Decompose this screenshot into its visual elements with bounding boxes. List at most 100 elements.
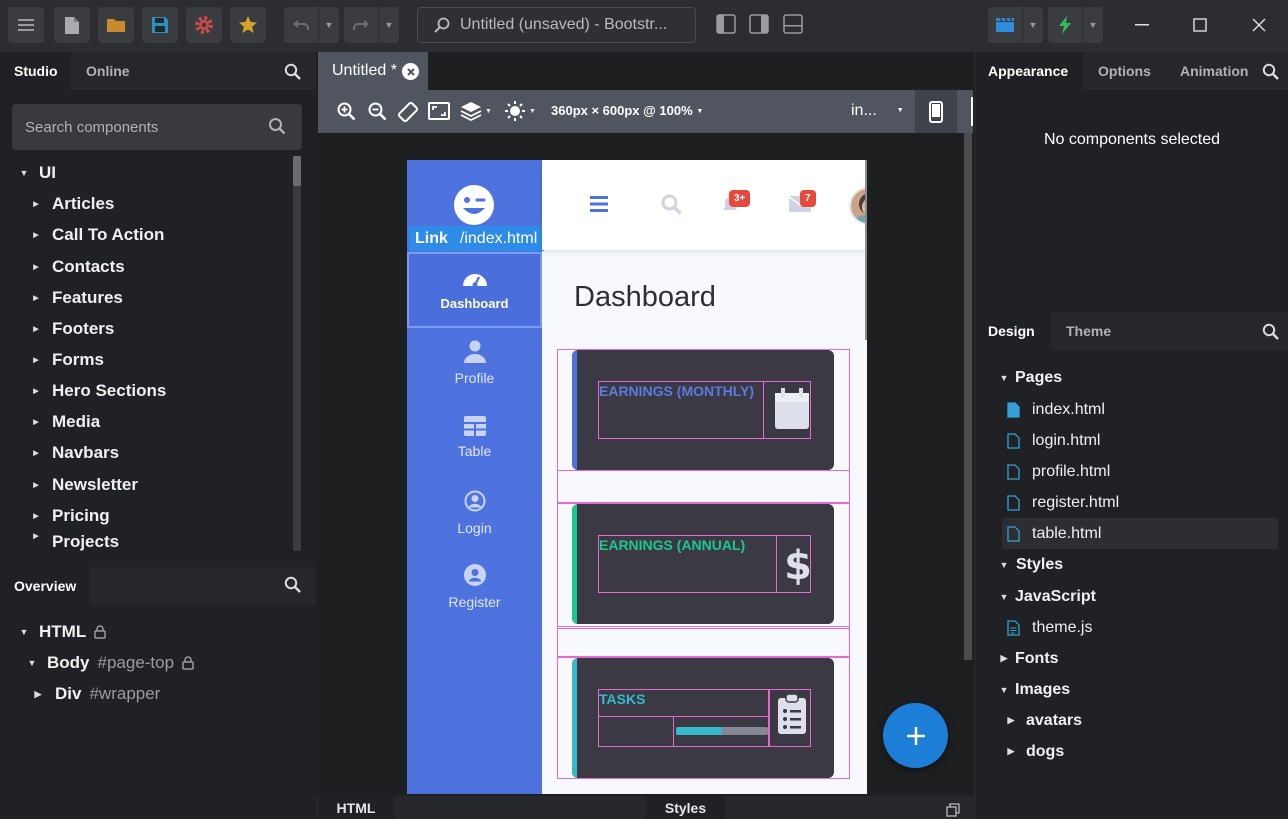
tree-dogs[interactable]: ▶ dogs [1003, 736, 1065, 767]
page-table-item[interactable]: table.html [1002, 518, 1278, 549]
tree-item-articles[interactable]: ▶ Articles [28, 189, 114, 219]
tree-item-media[interactable]: ▶ Media [28, 407, 100, 437]
tree-item-ui[interactable]: ▼ UI [16, 158, 56, 188]
tree-item-navbars[interactable]: ▶ Navbars [28, 438, 119, 468]
rotate-device-icon[interactable] [397, 101, 419, 123]
nav-profile[interactable]: Profile [407, 340, 542, 386]
add-component-button[interactable] [883, 703, 948, 768]
device-select[interactable]: in... ▼ [851, 102, 904, 120]
tab-styles[interactable]: Styles [646, 796, 725, 819]
tab-appearance[interactable]: Appearance [976, 52, 1083, 90]
toggle-bottom-panel-button[interactable] [782, 13, 804, 35]
tab-animation[interactable]: Animation [1165, 52, 1255, 90]
overview-div[interactable]: ▶ Div #wrapper [30, 679, 161, 709]
nav-login[interactable]: Login [407, 490, 542, 536]
hamburger-icon[interactable] [590, 196, 608, 212]
phone-device-button[interactable] [915, 90, 957, 133]
card-earnings-annual[interactable]: EARNINGS (ANNUAL) $ [572, 504, 834, 624]
nav-register[interactable]: Register [407, 564, 542, 610]
tab-design[interactable]: Design [976, 312, 1051, 350]
save-button[interactable] [142, 7, 178, 43]
tree-item-footers[interactable]: ▶ Footers [28, 314, 114, 344]
export-button[interactable] [1048, 7, 1082, 43]
preview-button[interactable] [988, 7, 1022, 43]
layers-dropdown[interactable]: ▼ [460, 101, 492, 121]
tree-item-hero-sections[interactable]: ▶ Hero Sections [28, 376, 166, 406]
zoom-out-icon[interactable] [368, 102, 387, 121]
page-index-item[interactable]: index.html [1002, 394, 1278, 425]
close-window-button[interactable] [1234, 7, 1284, 43]
overview-body[interactable]: ▼ Body #page-top [24, 648, 194, 678]
export-dropdown[interactable]: ▼ [1083, 7, 1103, 43]
preview-sidebar: Link/index.html Dashboard Profile Table … [407, 160, 544, 794]
new-file-button[interactable] [54, 7, 90, 43]
redo-split-button[interactable]: ▼ [344, 7, 399, 43]
tab-html[interactable]: HTML [318, 796, 394, 819]
preview-dropdown[interactable]: ▼ [1023, 7, 1043, 43]
tree-item-pricing[interactable]: ▶ Pricing [28, 501, 109, 531]
open-button[interactable] [98, 7, 134, 43]
card-earnings-monthly[interactable]: EARNINGS (MONTHLY) [572, 350, 834, 470]
preview-canvas[interactable]: Link/index.html Dashboard Profile Table … [407, 160, 867, 794]
menu-button[interactable] [8, 7, 44, 43]
panel-search-button[interactable] [284, 63, 301, 80]
overview-search-button[interactable] [284, 576, 301, 593]
preview-split-button[interactable]: ▼ [988, 7, 1043, 43]
file-theme-js[interactable]: theme.js [1007, 612, 1092, 643]
search-icon[interactable] [1262, 63, 1279, 80]
tab-theme[interactable]: Theme [1051, 312, 1126, 350]
redo-dropdown[interactable]: ▼ [379, 7, 399, 43]
maximize-button[interactable] [1175, 7, 1225, 43]
undo-button[interactable] [284, 7, 318, 43]
card-tasks[interactable]: TASKS [572, 658, 834, 778]
document-tab[interactable]: Untitled * [318, 52, 428, 90]
theme-dropdown[interactable]: ▼ [504, 100, 536, 122]
settings-button[interactable] [186, 7, 222, 43]
tab-options[interactable]: Options [1083, 52, 1165, 90]
canvas-scrollbar[interactable] [964, 133, 972, 660]
tree-pages[interactable]: ▼ Pages [996, 362, 1063, 393]
tree-javascript[interactable]: ▼ JavaScript [996, 581, 1096, 612]
tab-online[interactable]: Online [71, 52, 151, 90]
fit-screen-icon[interactable] [428, 102, 450, 120]
tree-item-projects[interactable]: ▶ Projects [28, 532, 119, 554]
redo-button[interactable] [344, 7, 378, 43]
search-components-input[interactable]: Search components [12, 104, 302, 150]
page-register-item[interactable]: register.html [1002, 487, 1278, 518]
toggle-left-panel-button[interactable] [715, 13, 737, 35]
viewport-size-dropdown[interactable]: 360px × 600px @ 100% ▼ [551, 103, 703, 118]
tree-images[interactable]: ▼ Images [996, 674, 1071, 705]
page-profile-item[interactable]: profile.html [1002, 456, 1278, 487]
tree-scrollbar[interactable] [293, 156, 301, 551]
close-tab-button[interactable] [402, 63, 419, 80]
tree-item-call-to-action[interactable]: ▶ Call To Action [28, 220, 164, 250]
tree-item-forms[interactable]: ▶ Forms [28, 345, 104, 375]
command-search[interactable]: Untitled (unsaved) - Bootstr... [417, 7, 696, 43]
tab-studio[interactable]: Studio [0, 52, 71, 90]
overview-html[interactable]: ▼ HTML [16, 617, 106, 647]
search-icon[interactable] [1262, 323, 1279, 340]
preview-scrollbar[interactable] [865, 160, 867, 340]
tab-overview[interactable]: Overview [0, 567, 90, 605]
triangle-right-icon: ▶ [1007, 746, 1015, 756]
tree-item-contacts[interactable]: ▶ Contacts [28, 252, 124, 282]
tree-item-newsletter[interactable]: ▶ Newsletter [28, 470, 138, 500]
undo-split-button[interactable]: ▼ [284, 7, 339, 43]
export-split-button[interactable]: ▼ [1048, 7, 1103, 43]
zoom-in-icon[interactable] [337, 102, 356, 121]
favorites-button[interactable] [230, 7, 266, 43]
scrollbar-thumb[interactable] [293, 156, 301, 186]
tree-item-features[interactable]: ▶ Features [28, 283, 123, 313]
page-login-item[interactable]: login.html [1002, 425, 1278, 456]
minimize-button[interactable] [1117, 7, 1167, 43]
undo-dropdown[interactable]: ▼ [319, 7, 339, 43]
tree-fonts[interactable]: ▶ Fonts [996, 643, 1059, 674]
nav-dashboard[interactable]: Dashboard [407, 252, 542, 328]
nav-table[interactable]: Table [407, 416, 542, 459]
search-icon[interactable] [661, 194, 682, 215]
tree-styles[interactable]: ▼ Styles [996, 549, 1064, 580]
toggle-right-panel-button[interactable] [748, 13, 770, 35]
file-icon [65, 16, 79, 34]
tree-avatars[interactable]: ▶ avatars [1003, 705, 1083, 736]
restore-icon[interactable] [946, 803, 960, 817]
